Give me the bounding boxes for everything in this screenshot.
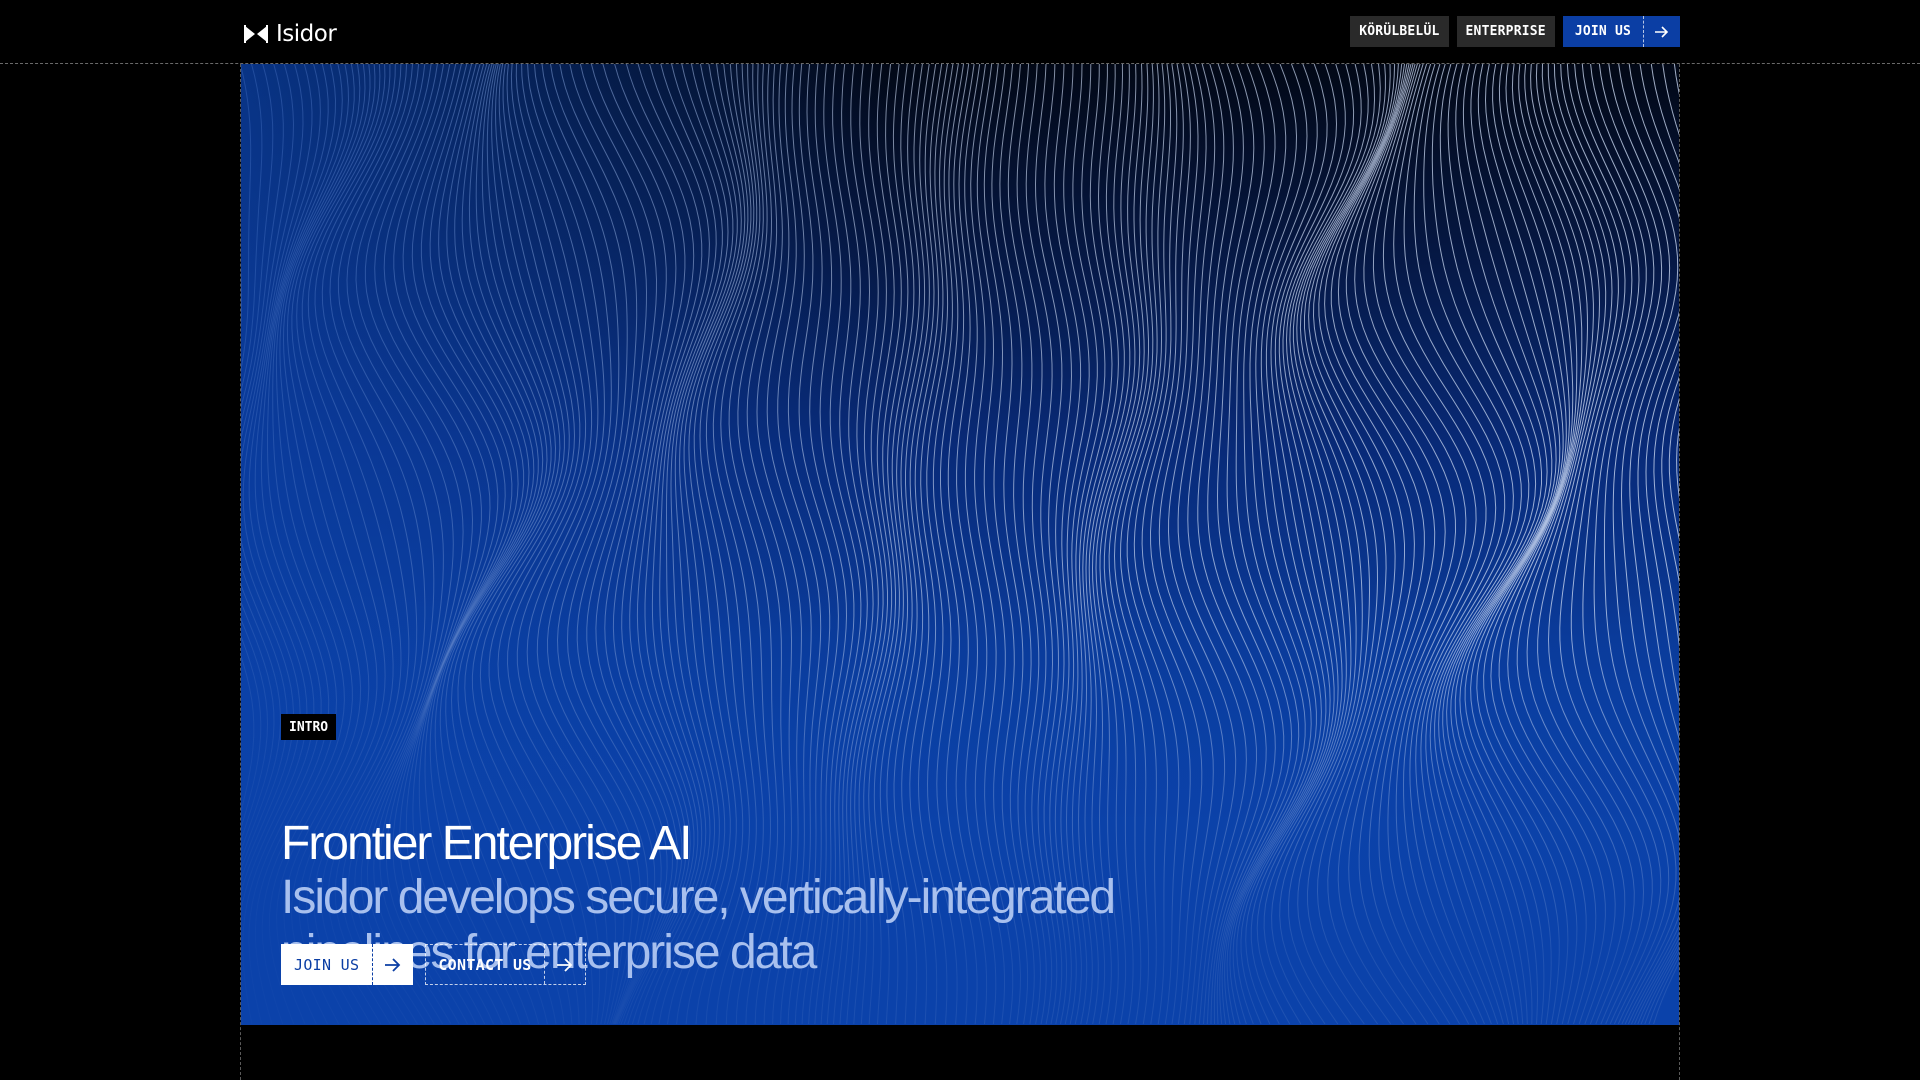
nav-item-enterprise[interactable]: ENTERPRISE xyxy=(1456,16,1555,47)
page: Isidor KÖRÜLBELÜL ENTERPRISE JOIN US INT… xyxy=(0,0,1920,1080)
arrow-right-icon xyxy=(1643,16,1680,47)
join-us-button[interactable]: JOIN US xyxy=(281,944,414,985)
intro-badge: INTRO xyxy=(281,714,337,740)
brand-name: Isidor xyxy=(276,21,337,47)
arrow-right-icon xyxy=(543,945,585,984)
nav-join-us-label: JOIN US xyxy=(1574,24,1631,39)
join-us-label: JOIN US xyxy=(294,955,360,974)
brand-logo[interactable]: Isidor xyxy=(244,19,337,49)
contact-us-label: CONTACT US xyxy=(438,955,532,974)
frame-guide-right xyxy=(1679,64,1680,1080)
arrow-right-icon xyxy=(372,944,413,985)
nav-item-about[interactable]: KÖRÜLBELÜL xyxy=(1350,16,1449,47)
hero-title: Frontier Enterprise AI xyxy=(281,817,693,870)
hero-section: INTRO Frontier Enterprise AI Isidor deve… xyxy=(241,64,1679,1025)
bowtie-logo-icon xyxy=(244,25,268,43)
contact-us-button[interactable]: CONTACT US xyxy=(425,944,586,985)
top-nav: KÖRÜLBELÜL ENTERPRISE JOIN US xyxy=(1350,16,1680,47)
nav-join-us-button[interactable]: JOIN US xyxy=(1562,16,1680,47)
cta-row: JOIN US CONTACT US xyxy=(281,944,586,985)
top-header: Isidor KÖRÜLBELÜL ENTERPRISE JOIN US xyxy=(0,0,1920,64)
